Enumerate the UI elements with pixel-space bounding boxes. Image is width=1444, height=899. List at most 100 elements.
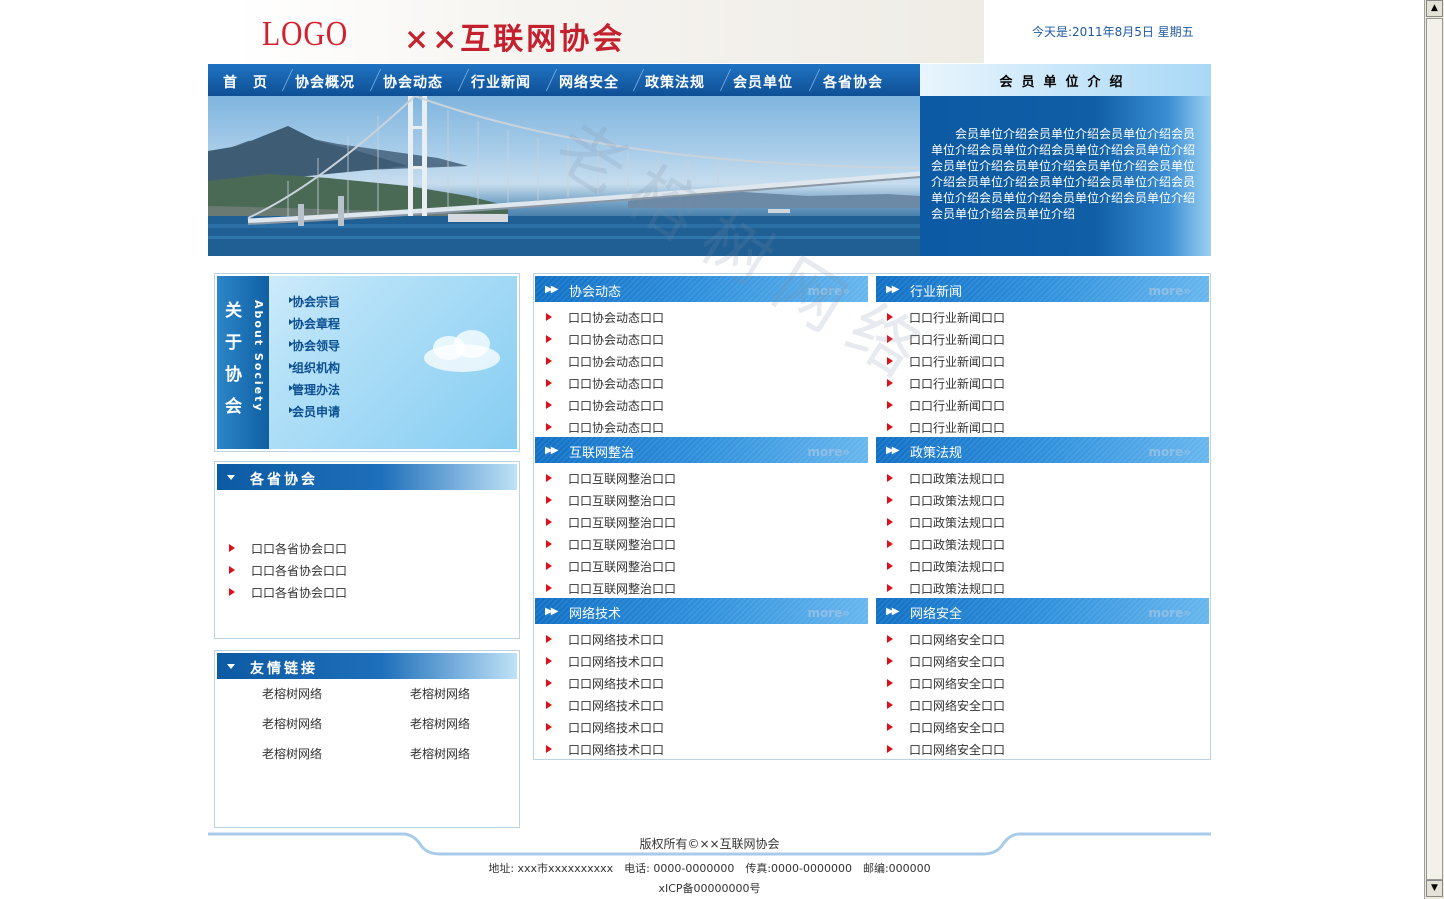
section-title: 协会动态 xyxy=(569,285,622,300)
news-item[interactable]: 口口政策法规口口 xyxy=(909,470,1005,487)
arrow-right-icon xyxy=(546,679,552,687)
news-item[interactable]: 口口行业新闻口口 xyxy=(909,331,1005,348)
vertical-scrollbar[interactable]: ▲ ▼ xyxy=(1424,0,1444,899)
news-item[interactable]: 口口网络技术口口 xyxy=(568,631,664,648)
site-logo[interactable]: LOGO xyxy=(262,14,348,54)
about-link-purpose[interactable]: 协会宗旨 xyxy=(292,293,340,310)
nav-home[interactable]: 首 页 xyxy=(223,72,268,92)
arrow-right-icon xyxy=(229,588,235,596)
news-item[interactable]: 口口网络安全口口 xyxy=(909,697,1005,714)
news-item[interactable]: 口口网络安全口口 xyxy=(909,719,1005,736)
news-item[interactable]: 口口互联网整治口口 xyxy=(568,580,676,597)
news-item[interactable]: 口口网络技术口口 xyxy=(568,719,664,736)
province-item[interactable]: 口口各省协会口口 xyxy=(251,584,347,601)
about-link-charter[interactable]: 协会章程 xyxy=(292,315,340,332)
provinces-title: 各省协会 xyxy=(250,472,318,488)
news-item[interactable]: 口口政策法规口口 xyxy=(909,514,1005,531)
news-item[interactable]: 口口政策法规口口 xyxy=(909,492,1005,509)
news-item[interactable]: 口口互联网整治口口 xyxy=(568,470,676,487)
news-item[interactable]: 口口行业新闻口口 xyxy=(909,375,1005,392)
friend-link[interactable]: 老榕树网络 xyxy=(410,745,470,762)
scroll-down-arrow-icon[interactable]: ▼ xyxy=(1426,880,1443,897)
arrow-right-icon xyxy=(546,379,552,387)
friend-link[interactable]: 老榕树网络 xyxy=(262,745,322,762)
news-item[interactable]: 口口网络安全口口 xyxy=(909,741,1005,758)
province-item[interactable]: 口口各省协会口口 xyxy=(251,540,347,557)
news-item[interactable]: 口口政策法规口口 xyxy=(909,580,1005,597)
more-link[interactable]: more» xyxy=(1148,606,1191,620)
about-link-organization[interactable]: 组织机构 xyxy=(292,359,340,376)
more-link[interactable]: more» xyxy=(807,445,850,459)
news-item[interactable]: 口口互联网整治口口 xyxy=(568,492,676,509)
arrow-right-icon xyxy=(546,657,552,665)
about-link-management[interactable]: 管理办法 xyxy=(292,381,340,398)
arrow-right-icon xyxy=(546,635,552,643)
friend-link[interactable]: 老榕树网络 xyxy=(410,715,470,732)
double-chevron-right-icon: ▶▶ xyxy=(545,445,558,456)
province-item[interactable]: 口口各省协会口口 xyxy=(251,562,347,579)
nav-provinces[interactable]: 各省协会 xyxy=(823,72,883,92)
more-link[interactable]: more» xyxy=(1148,445,1191,459)
news-item[interactable]: 口口协会动态口口 xyxy=(568,331,664,348)
friend-link[interactable]: 老榕树网络 xyxy=(410,685,470,702)
news-item[interactable]: 口口网络技术口口 xyxy=(568,653,664,670)
arrow-right-icon xyxy=(887,562,893,570)
section-header: ▶▶ 网络安全 more» xyxy=(876,598,1209,624)
more-link[interactable]: more» xyxy=(807,284,850,298)
news-item[interactable]: 口口行业新闻口口 xyxy=(909,353,1005,370)
friend-link[interactable]: 老榕树网络 xyxy=(262,715,322,732)
news-item[interactable]: 口口行业新闻口口 xyxy=(909,419,1005,436)
double-chevron-right-icon: ▶▶ xyxy=(886,606,899,617)
member-intro-panel: 会员单位介绍会员单位介绍会员单位介绍会员单位介绍会员单位介绍会员单位介绍会员单位… xyxy=(920,96,1211,256)
nav-separator xyxy=(457,69,470,91)
news-item[interactable]: 口口网络安全口口 xyxy=(909,631,1005,648)
news-item[interactable]: 口口政策法规口口 xyxy=(909,558,1005,575)
nav-industry-news[interactable]: 行业新闻 xyxy=(471,72,531,92)
news-item[interactable]: 口口协会动态口口 xyxy=(568,397,664,414)
news-item[interactable]: 口口协会动态口口 xyxy=(568,375,664,392)
section-title: 行业新闻 xyxy=(910,285,963,300)
news-item[interactable]: 口口网络技术口口 xyxy=(568,675,664,692)
provinces-header: 各省协会 xyxy=(217,464,517,490)
double-chevron-right-icon: ▶▶ xyxy=(545,284,558,295)
news-item[interactable]: 口口行业新闻口口 xyxy=(909,397,1005,414)
nav-members[interactable]: 会员单位 xyxy=(733,72,793,92)
arrow-right-icon xyxy=(887,401,893,409)
more-link[interactable]: more» xyxy=(1148,284,1191,298)
provinces-box: 各省协会 口口各省协会口口 口口各省协会口口 口口各省协会口口 xyxy=(214,461,520,639)
nav-news-dynamics[interactable]: 协会动态 xyxy=(383,72,443,92)
nav-about[interactable]: 协会概况 xyxy=(295,72,355,92)
more-link[interactable]: more» xyxy=(807,606,850,620)
news-item[interactable]: 口口互联网整治口口 xyxy=(568,536,676,553)
section-policy-regulations: ▶▶ 政策法规 more» 口口政策法规口口 口口政策法规口口 口口政策法规口口 口口政策法… xyxy=(876,437,1209,597)
news-item[interactable]: 口口协会动态口口 xyxy=(568,419,664,436)
news-item[interactable]: 口口协会动态口口 xyxy=(568,353,664,370)
arrow-right-icon xyxy=(887,313,893,321)
triangle-down-icon xyxy=(227,664,235,669)
news-item[interactable]: 口口互联网整治口口 xyxy=(568,558,676,575)
about-society-title-bar: 关 于 协 会 About Society xyxy=(217,276,269,449)
about-link-leaders[interactable]: 协会领导 xyxy=(292,337,340,354)
news-item[interactable]: 口口协会动态口口 xyxy=(568,309,664,326)
nav-network-security[interactable]: 网络安全 xyxy=(559,72,619,92)
friend-link[interactable]: 老榕树网络 xyxy=(262,685,322,702)
arrow-right-icon xyxy=(887,723,893,731)
news-item[interactable]: 口口政策法规口口 xyxy=(909,536,1005,553)
about-link-membership-apply[interactable]: 会员申请 xyxy=(292,403,340,420)
about-title-english: About Society xyxy=(252,300,265,413)
nav-policy[interactable]: 政策法规 xyxy=(645,72,705,92)
scroll-up-arrow-icon[interactable]: ▲ xyxy=(1426,0,1443,17)
about-society-background: 关 于 协 会 About Society 协会宗旨 协会章程 协会领导 组织机… xyxy=(217,276,517,449)
news-item[interactable]: 口口网络安全口口 xyxy=(909,653,1005,670)
footer-icp: xICP备00000000号 xyxy=(658,882,761,895)
current-date: 今天是:2011年8月5日 星期五 xyxy=(1032,25,1194,39)
news-item[interactable]: 口口行业新闻口口 xyxy=(909,309,1005,326)
news-item[interactable]: 口口网络技术口口 xyxy=(568,697,664,714)
section-industry-news: ▶▶ 行业新闻 more» 口口行业新闻口口 口口行业新闻口口 口口行业新闻口口 口口行业新… xyxy=(876,276,1209,436)
arrow-right-icon xyxy=(887,745,893,753)
news-item[interactable]: 口口互联网整治口口 xyxy=(568,514,676,531)
arrow-right-icon xyxy=(546,496,552,504)
news-item[interactable]: 口口网络技术口口 xyxy=(568,741,664,758)
news-item[interactable]: 口口网络安全口口 xyxy=(909,675,1005,692)
scrollbar-thumb[interactable] xyxy=(1426,18,1443,880)
